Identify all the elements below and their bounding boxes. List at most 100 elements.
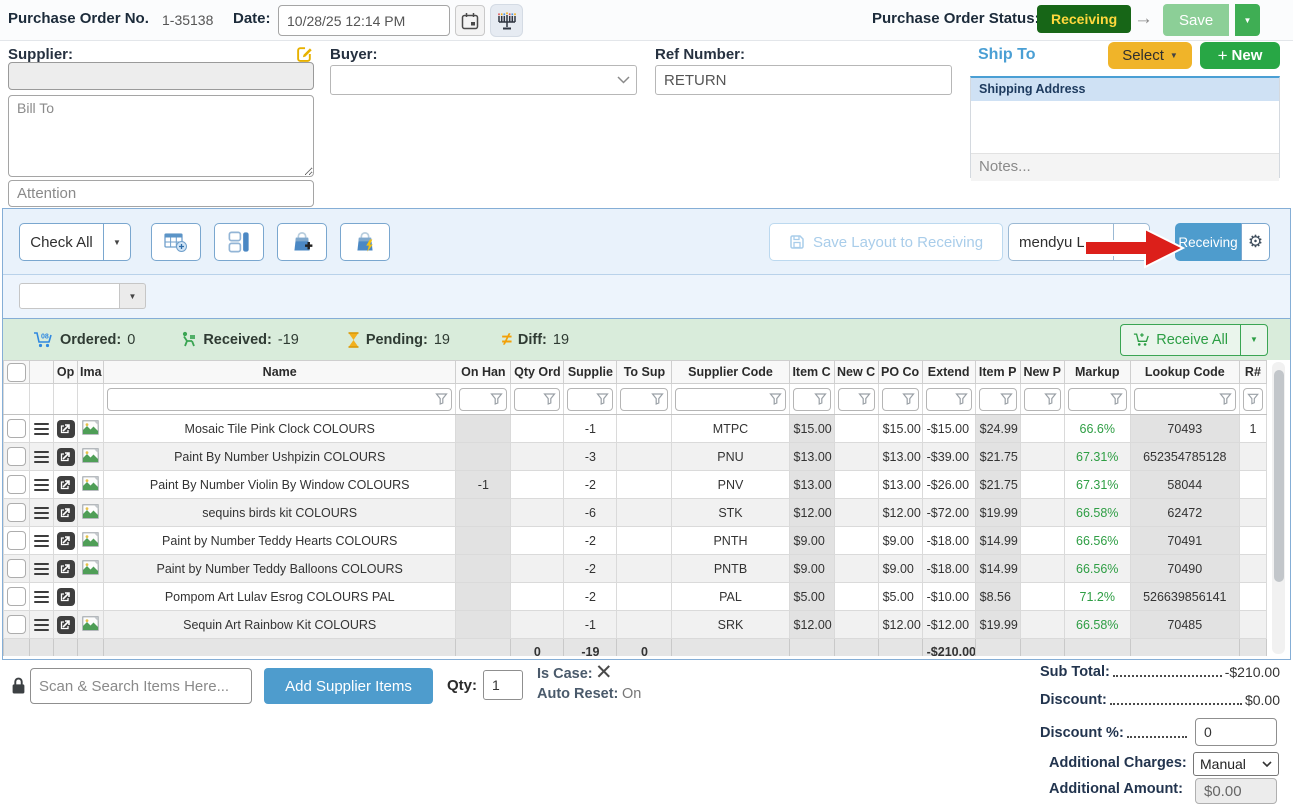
grid-columns-button[interactable]: [151, 223, 201, 261]
split-layout-button[interactable]: [214, 223, 264, 261]
row-menu-icon[interactable]: [34, 591, 49, 604]
shipping-address-body[interactable]: [971, 101, 1279, 153]
item-image-icon[interactable]: [82, 504, 99, 519]
discount-pct-input[interactable]: [1195, 718, 1277, 746]
ship-to-new-button[interactable]: + New: [1200, 42, 1280, 69]
row-checkbox[interactable]: [7, 503, 26, 522]
open-item-icon[interactable]: [57, 476, 75, 494]
row-checkbox[interactable]: [7, 531, 26, 550]
save-layout-button[interactable]: Save Layout to Receiving: [769, 223, 1003, 261]
column-header[interactable]: New C: [834, 361, 878, 384]
row-menu-icon[interactable]: [34, 619, 49, 632]
open-item-icon[interactable]: [57, 504, 75, 522]
filter-input-extended[interactable]: [926, 388, 972, 411]
scan-search-input[interactable]: [30, 668, 252, 704]
date-input[interactable]: [278, 5, 450, 36]
column-header[interactable]: Extend: [922, 361, 975, 384]
group-combobox-caret[interactable]: ▼: [120, 283, 146, 309]
check-all-button[interactable]: Check All: [19, 223, 104, 261]
column-header[interactable]: R#: [1239, 361, 1266, 384]
column-header[interactable]: PO Co: [878, 361, 922, 384]
bill-to-textarea[interactable]: [8, 95, 314, 177]
filter-input-supplier_code[interactable]: [675, 388, 785, 411]
row-menu-icon[interactable]: [34, 507, 49, 520]
open-item-icon[interactable]: [57, 420, 75, 438]
column-header[interactable]: To Sup: [617, 361, 672, 384]
filter-input-to_supply[interactable]: [620, 388, 668, 411]
column-header[interactable]: Op: [54, 361, 78, 384]
calendar-button[interactable]: [455, 5, 485, 36]
supplier-input[interactable]: [8, 62, 314, 90]
save-button[interactable]: Save: [1163, 4, 1229, 36]
menorah-button[interactable]: [490, 4, 523, 37]
column-header[interactable]: [30, 361, 54, 384]
column-header[interactable]: On Han: [456, 361, 511, 384]
column-header[interactable]: Supplie: [564, 361, 617, 384]
open-item-icon[interactable]: [57, 448, 75, 466]
row-checkbox[interactable]: [7, 559, 26, 578]
column-header[interactable]: Item C: [789, 361, 834, 384]
item-image-icon[interactable]: [82, 532, 99, 547]
open-item-icon[interactable]: [57, 616, 75, 634]
column-header[interactable]: Lookup Code: [1130, 361, 1239, 384]
filter-input-lookup_code[interactable]: [1134, 388, 1236, 411]
ref-number-input[interactable]: [655, 65, 952, 95]
add-bag-button[interactable]: [277, 223, 327, 261]
receive-all-button[interactable]: Receive All: [1120, 324, 1240, 356]
ship-to-notes-input[interactable]: Notes...: [971, 153, 1279, 181]
open-item-icon[interactable]: [57, 532, 75, 550]
check-all-caret[interactable]: ▼: [103, 223, 131, 261]
open-item-icon[interactable]: [57, 588, 75, 606]
filter-input-supplier_qty[interactable]: [567, 388, 613, 411]
row-checkbox[interactable]: [7, 587, 26, 606]
item-image-icon[interactable]: [82, 616, 99, 631]
column-header[interactable]: Name: [104, 361, 456, 384]
item-image-icon[interactable]: [82, 420, 99, 435]
quick-bag-button[interactable]: [340, 223, 390, 261]
item-image-icon[interactable]: [82, 560, 99, 575]
grid-scrollbar-thumb[interactable]: [1274, 370, 1284, 582]
row-menu-icon[interactable]: [34, 479, 49, 492]
row-menu-icon[interactable]: [34, 451, 49, 464]
group-combobox[interactable]: [19, 283, 120, 309]
buyer-select[interactable]: [330, 65, 637, 95]
column-header[interactable]: Qty Ord: [511, 361, 564, 384]
filter-input-r[interactable]: [1243, 388, 1263, 411]
column-header[interactable]: New P: [1020, 361, 1064, 384]
additional-amount-input[interactable]: [1195, 778, 1277, 804]
filter-input-name[interactable]: [107, 388, 452, 411]
filter-input-new_price[interactable]: [1024, 388, 1061, 411]
column-header[interactable]: Ima: [78, 361, 104, 384]
row-checkbox[interactable]: [7, 475, 26, 494]
row-checkbox[interactable]: [7, 615, 26, 634]
item-image-icon[interactable]: [82, 476, 99, 491]
row-menu-icon[interactable]: [34, 535, 49, 548]
filter-input-item_price[interactable]: [979, 388, 1017, 411]
filter-input-qty_ordered[interactable]: [514, 388, 560, 411]
row-menu-icon[interactable]: [34, 563, 49, 576]
layout-settings-button[interactable]: ⚙: [1241, 223, 1270, 261]
qty-input[interactable]: [483, 670, 523, 700]
row-menu-icon[interactable]: [34, 423, 49, 436]
row-checkbox[interactable]: [7, 419, 26, 438]
filter-input-new_cost[interactable]: [838, 388, 875, 411]
column-header[interactable]: Markup: [1064, 361, 1130, 384]
add-supplier-items-button[interactable]: Add Supplier Items: [264, 668, 433, 704]
column-header[interactable]: Supplier Code: [672, 361, 789, 384]
grid-scrollbar[interactable]: [1272, 362, 1285, 654]
is-case-x-icon[interactable]: ✕: [595, 662, 613, 683]
column-header[interactable]: Item P: [975, 361, 1020, 384]
item-image-icon[interactable]: [82, 448, 99, 463]
filter-input-po_cost[interactable]: [882, 388, 919, 411]
filter-input-on_hand[interactable]: [459, 388, 507, 411]
open-item-icon[interactable]: [57, 560, 75, 578]
filter-input-item_cost[interactable]: [793, 388, 831, 411]
save-dropdown-caret[interactable]: ▼: [1235, 4, 1260, 36]
receive-all-caret[interactable]: ▼: [1240, 324, 1268, 356]
additional-charges-select[interactable]: Manual: [1193, 752, 1279, 776]
filter-input-markup[interactable]: [1068, 388, 1127, 411]
select-all-checkbox[interactable]: [7, 363, 26, 382]
attention-input[interactable]: [8, 180, 314, 207]
row-checkbox[interactable]: [7, 447, 26, 466]
ship-to-select-button[interactable]: Select ▼: [1108, 42, 1192, 69]
